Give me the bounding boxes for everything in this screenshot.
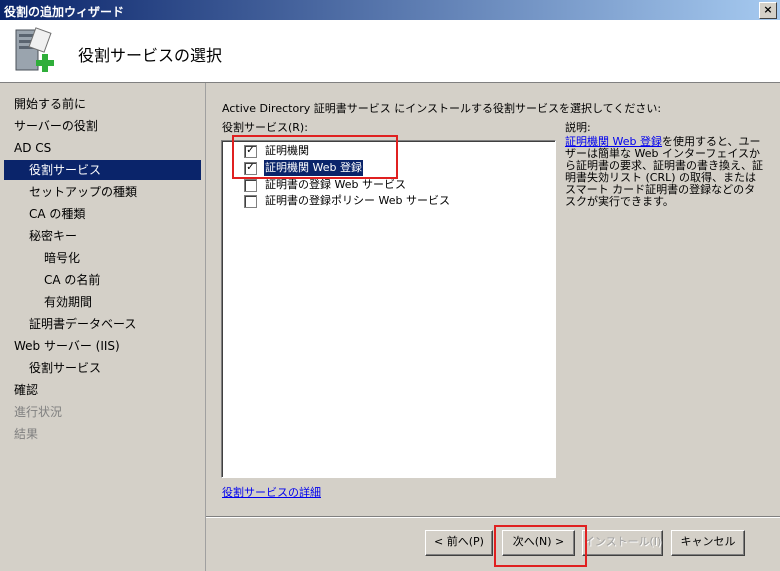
nav-step: CA の種類 — [29, 207, 86, 221]
service-label: 証明書の登録 Web サービス — [265, 178, 406, 191]
nav-step: 有効期間 — [44, 295, 93, 309]
description-label: 説明: — [565, 121, 591, 134]
nav-step: 確認 — [14, 383, 39, 397]
annotation-box-services — [232, 135, 398, 179]
checkbox-unchecked[interactable] — [244, 195, 257, 208]
nav-step: 役割サービス — [29, 361, 102, 375]
description-text: 証明機関 Web 登録を使用すると、ユーザーは簡単な Web インターフェイスか… — [565, 136, 765, 208]
back-button[interactable]: < 前へ(P) — [425, 530, 493, 556]
wizard-steps: 開始する前に サーバーの役割 AD CS 役割サービス セットアップの種類 CA… — [0, 83, 206, 571]
annotation-box-next — [494, 525, 587, 567]
server-add-role-icon — [15, 27, 54, 72]
nav-step: サーバーの役割 — [14, 119, 98, 133]
page-title: 役割サービスの選択 — [78, 46, 223, 65]
close-button[interactable]: × — [759, 2, 777, 19]
divider — [206, 516, 780, 518]
nav-step-disabled: 進行状況 — [14, 405, 63, 419]
nav-step: Web サーバー (IIS) — [14, 339, 120, 353]
nav-step: AD CS — [14, 141, 52, 155]
install-button[interactable]: インストール(I) — [582, 530, 663, 556]
services-list[interactable]: ✓ 証明機関 ✓ 証明機関 Web 登録 証明書の登録 Web サービス 証明書… — [221, 140, 556, 478]
checkbox-unchecked[interactable] — [244, 179, 257, 192]
nav-step: 開始する前に — [14, 97, 87, 111]
service-label: 証明書の登録ポリシー Web サービス — [265, 194, 450, 207]
cancel-button[interactable]: キャンセル — [671, 530, 745, 556]
nav-step-selected: 役割サービス — [4, 160, 201, 180]
nav-step: 暗号化 — [44, 251, 81, 265]
window-title: 役割の追加ウィザード — [4, 5, 125, 19]
nav-step: セットアップの種類 — [29, 185, 138, 199]
nav-step: CA の名前 — [44, 273, 101, 287]
nav-step-disabled: 結果 — [14, 427, 39, 441]
nav-step: 秘密キー — [29, 229, 78, 243]
nav-step: 証明書データベース — [29, 317, 137, 331]
services-label: 役割サービス(R): — [222, 121, 308, 134]
details-link-wrap: 役割サービスの詳細 — [222, 484, 321, 500]
instruction-text: Active Directory 証明書サービス にインストールする役割サービス… — [222, 102, 662, 115]
wizard-header: 役割サービスの選択 — [0, 20, 780, 83]
title-bar: 役割の追加ウィザード × — [0, 0, 780, 20]
details-link[interactable]: 役割サービスの詳細 — [222, 486, 321, 499]
